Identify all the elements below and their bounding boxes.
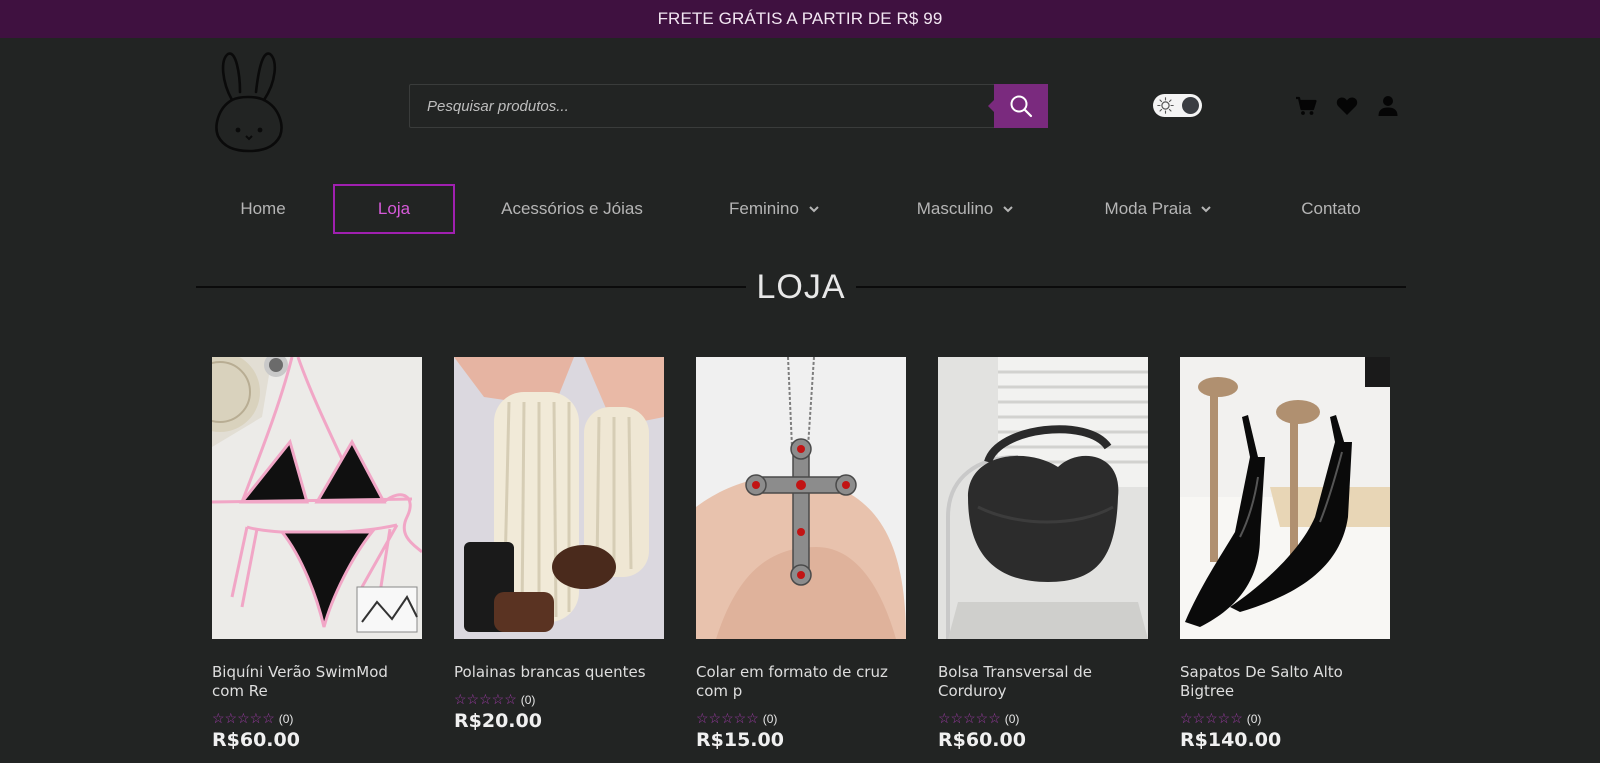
page-title-row: LOJA <box>196 264 1407 310</box>
star-rating-icon: ☆☆☆☆☆ <box>696 710 759 726</box>
product-price: R$140.00 <box>1180 729 1282 751</box>
search-button[interactable] <box>988 84 1048 128</box>
product-card[interactable]: Sapatos De Salto Alto Bigtree ☆☆☆☆☆ (0) … <box>1180 357 1390 751</box>
product-name[interactable]: Polainas brancas quentes <box>454 663 664 682</box>
nav-feminino-label: Feminino <box>729 199 799 218</box>
product-rating: ☆☆☆☆☆ (0) <box>454 691 664 708</box>
toggle-knob <box>1182 97 1199 114</box>
nav-moda-praia-label: Moda Praia <box>1104 199 1192 218</box>
nav-masculino-label: Masculino <box>916 199 994 218</box>
product-image[interactable] <box>1180 357 1390 639</box>
product-card[interactable]: Biquíni Verão SwimMod com Re ☆☆☆☆☆ (0) R… <box>212 357 422 751</box>
star-rating-icon: ☆☆☆☆☆ <box>212 710 275 726</box>
nav-loja[interactable]: Loja <box>333 184 455 234</box>
product-price: R$60.00 <box>212 729 300 751</box>
product-price: R$20.00 <box>454 710 542 732</box>
account-button[interactable] <box>1375 94 1401 118</box>
page-title: LOJA <box>756 267 846 306</box>
product-name[interactable]: Sapatos De Salto Alto Bigtree <box>1180 663 1390 701</box>
divider <box>855 286 1407 288</box>
chevron-down-icon <box>1201 205 1212 212</box>
star-rating-icon: ☆☆☆☆☆ <box>454 691 517 707</box>
product-image[interactable] <box>696 357 906 639</box>
user-icon <box>1378 96 1398 116</box>
nav-acessorios[interactable]: Acessórios e Jóias <box>490 184 654 234</box>
star-rating-icon: ☆☆☆☆☆ <box>1180 710 1243 726</box>
product-card[interactable]: Polainas brancas quentes ☆☆☆☆☆ (0) R$20.… <box>454 357 664 732</box>
product-name[interactable]: Biquíni Verão SwimMod com Re <box>212 663 422 701</box>
nav-masculino[interactable]: Masculino <box>900 184 1030 234</box>
divider <box>196 286 747 288</box>
chevron-down-icon <box>809 205 819 212</box>
product-rating: ☆☆☆☆☆ (0) <box>696 710 906 727</box>
search-bar <box>409 84 1048 128</box>
rating-count: (0) <box>762 711 778 726</box>
wishlist-button[interactable] <box>1334 94 1360 118</box>
rating-count: (0) <box>278 711 294 726</box>
main-nav: Home Loja Acessórios e Jóias Feminino Ma… <box>0 184 1600 234</box>
nav-contato-label: Contato <box>1301 199 1361 218</box>
nav-feminino[interactable]: Feminino <box>718 184 830 234</box>
chevron-down-icon <box>1003 205 1013 212</box>
nav-contato[interactable]: Contato <box>1290 184 1372 234</box>
rating-count: (0) <box>1004 711 1020 726</box>
nav-loja-label: Loja <box>377 199 411 218</box>
product-image[interactable] <box>212 357 422 639</box>
product-image[interactable] <box>454 357 664 639</box>
product-rating: ☆☆☆☆☆ (0) <box>212 710 422 727</box>
product-price: R$15.00 <box>696 729 784 751</box>
nav-moda-praia[interactable]: Moda Praia <box>1092 184 1224 234</box>
nav-home-label: Home <box>240 199 286 218</box>
theme-toggle[interactable] <box>1153 94 1202 117</box>
rating-count: (0) <box>520 692 536 707</box>
sun-icon <box>1157 97 1174 114</box>
product-rating: ☆☆☆☆☆ (0) <box>1180 710 1390 727</box>
product-card[interactable]: Bolsa Transversal de Corduroy ☆☆☆☆☆ (0) … <box>938 357 1148 751</box>
announcement-bar: FRETE GRÁTIS A PARTIR DE R$ 99 <box>0 0 1600 38</box>
rating-count: (0) <box>1246 711 1262 726</box>
bunny-logo[interactable] <box>212 52 286 154</box>
product-name[interactable]: Bolsa Transversal de Corduroy <box>938 663 1148 701</box>
announcement-text: FRETE GRÁTIS A PARTIR DE R$ 99 <box>657 9 943 28</box>
search-icon <box>1010 95 1033 118</box>
star-rating-icon: ☆☆☆☆☆ <box>938 710 1001 726</box>
product-rating: ☆☆☆☆☆ (0) <box>938 710 1148 727</box>
cart-button[interactable] <box>1293 94 1319 118</box>
nav-acessorios-label: Acessórios e Jóias <box>501 199 643 218</box>
product-card[interactable]: Colar em formato de cruz com p ☆☆☆☆☆ (0)… <box>696 357 906 751</box>
cart-icon <box>1296 96 1317 115</box>
nav-home[interactable]: Home <box>218 184 308 234</box>
product-name[interactable]: Colar em formato de cruz com p <box>696 663 906 701</box>
product-price: R$60.00 <box>938 729 1026 751</box>
heart-icon <box>1336 97 1358 115</box>
search-input[interactable] <box>410 85 995 127</box>
product-image[interactable] <box>938 357 1148 639</box>
